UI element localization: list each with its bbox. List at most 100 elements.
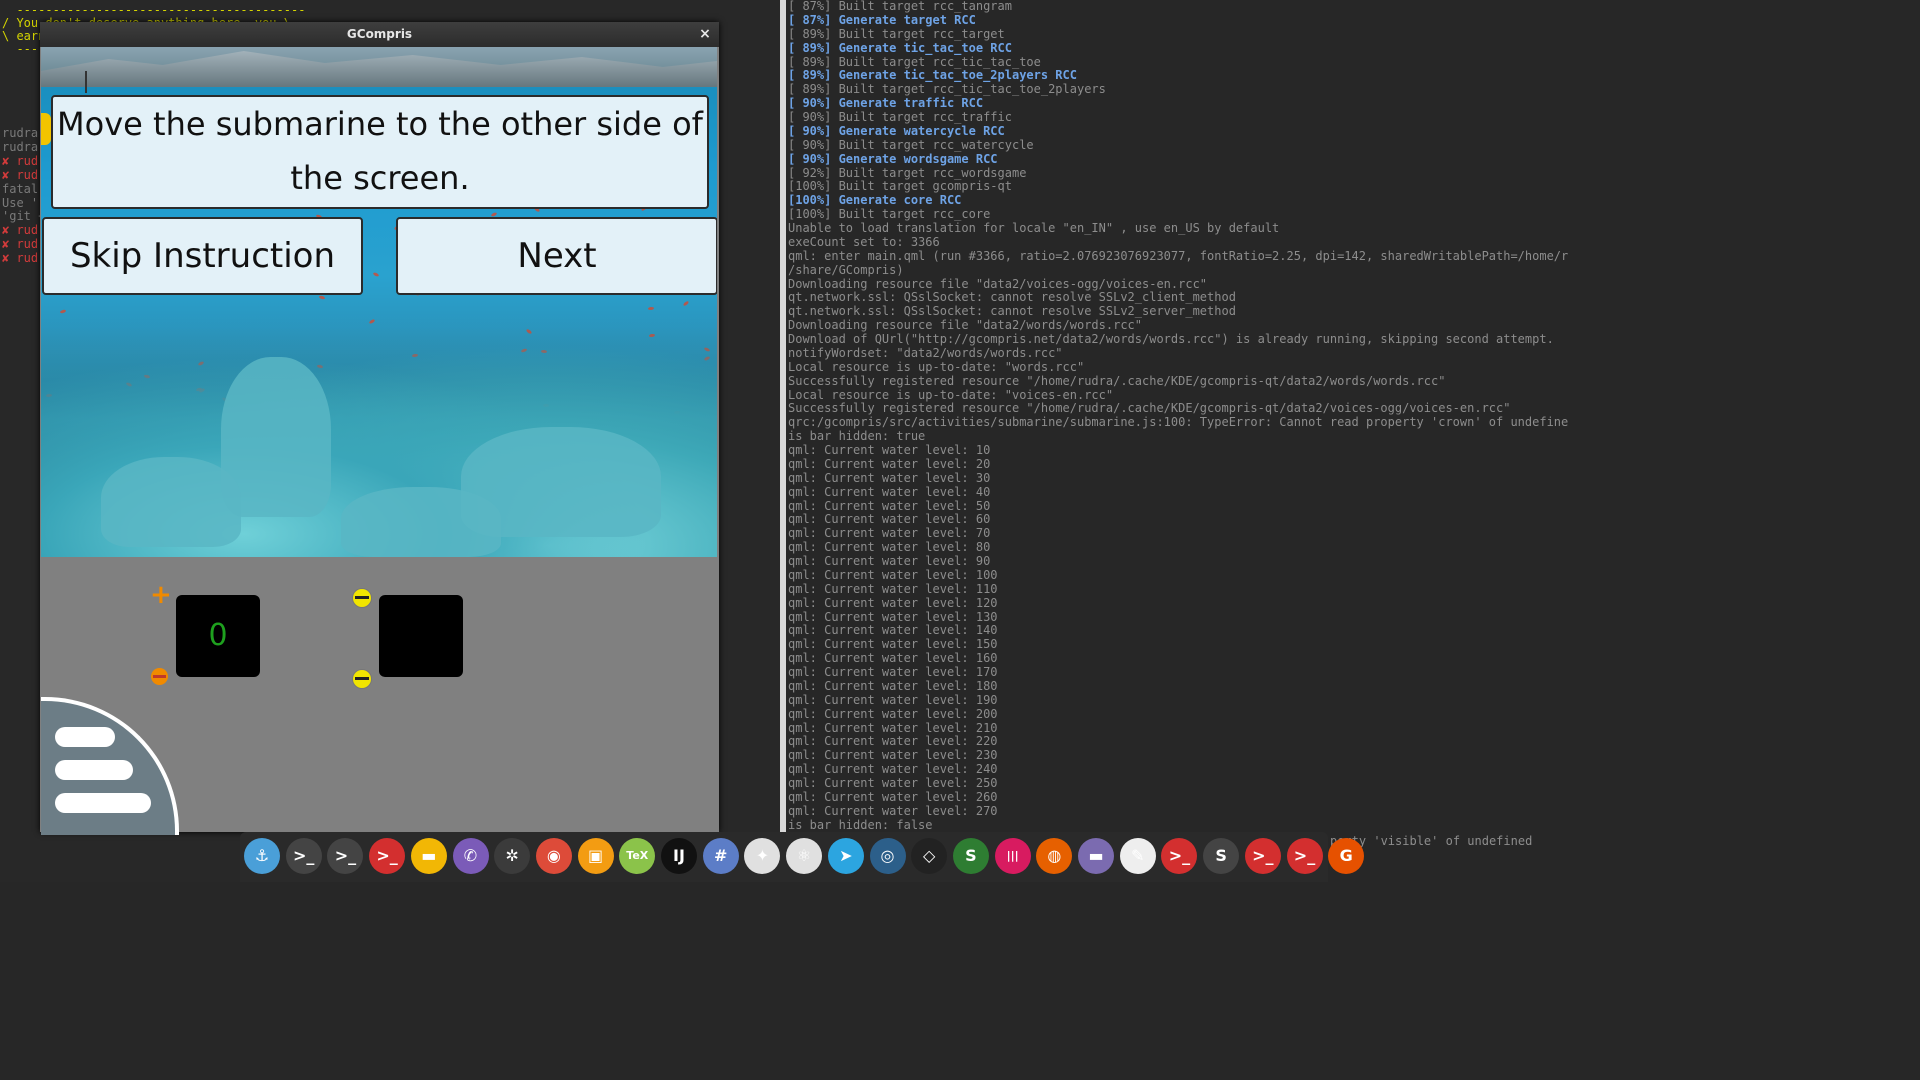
intellij-icon[interactable]: IJ — [661, 838, 697, 874]
terminal-line: Use '- — [2, 195, 46, 210]
log-line: qml: Current water level: 140 — [788, 623, 998, 638]
ballast-fill-button[interactable] — [352, 588, 372, 608]
terminal-line: ✘ rud — [2, 167, 39, 182]
log-line: exeCount set to: 3366 — [788, 234, 940, 249]
log-line: Successfully registered resource "/home/… — [788, 373, 1446, 388]
fish — [368, 318, 376, 325]
terminal-red-icon[interactable]: >_ — [1286, 838, 1323, 874]
atom-icon[interactable]: ⚛ — [786, 838, 823, 874]
log-line: qml: Current water level: 30 — [788, 470, 991, 485]
blender-icon[interactable]: ◎ — [869, 838, 906, 874]
log-line: qml: Current water level: 50 — [788, 498, 991, 513]
log-line: [100%] Generate core RCC — [788, 193, 962, 208]
log-line: qml: Current water level: 10 — [788, 443, 991, 457]
submarine-icon[interactable] — [41, 113, 51, 145]
log-line: qml: Current water level: 120 — [788, 595, 998, 610]
log-line: notifyWordset: "data2/words/words.rcc" — [788, 345, 1063, 360]
log-line: [ 89%] Built target rcc_target — [788, 26, 1005, 41]
skip-instruction-button[interactable]: Skip Instruction — [42, 217, 363, 295]
log-line: qml: Current water level: 240 — [788, 762, 998, 777]
terminal-line: ✘ rud — [2, 223, 39, 238]
log-line: Local resource is up-to-date: "voices-en… — [788, 387, 1114, 402]
rock — [101, 457, 241, 547]
log-line: [ 92%] Built target rcc_wordsgame — [788, 165, 1027, 180]
log-line: qml: Current water level: 60 — [788, 512, 991, 527]
log-line: is bar hidden: true — [788, 429, 926, 444]
log-line: qml: Current water level: 40 — [788, 484, 991, 499]
log-line: [ 87%] Built target rcc_tangram — [788, 0, 1012, 13]
mountains-background — [41, 51, 717, 87]
log-line: [100%] Built target rcc_core — [788, 207, 991, 222]
log-line: [ 90%] Generate wordsgame RCC — [788, 151, 998, 166]
rock — [341, 487, 501, 557]
log-line: Local resource is up-to-date: "words.rcc… — [788, 359, 1085, 374]
log-line: /share/GCompris) — [788, 262, 904, 277]
settings-flower-icon[interactable]: ✲ — [494, 838, 531, 874]
gcompris-icon[interactable]: G — [1328, 838, 1365, 874]
menu-bar — [55, 727, 115, 747]
viber-icon[interactable]: ✆ — [452, 838, 489, 874]
engine-plus-button[interactable]: + — [150, 582, 172, 608]
audio-icon[interactable]: ||| — [994, 838, 1031, 874]
menu-bar — [55, 793, 151, 813]
log-line: [ 87%] Generate target RCC — [788, 12, 976, 27]
log-line: qml: Current water level: 70 — [788, 526, 991, 541]
log-line: [ 90%] Built target rcc_traffic — [788, 110, 1012, 124]
pen-icon[interactable]: ✎ — [1119, 838, 1156, 874]
log-line: Download of QUrl("http://gcompris.net/da… — [788, 332, 1554, 346]
log-line: Downloading resource file "data2/words/w… — [788, 318, 1143, 333]
files-icon[interactable]: ▬ — [410, 838, 447, 874]
next-button[interactable]: Next — [396, 217, 717, 295]
log-line: qml: Current water level: 230 — [788, 748, 998, 763]
control-panel: + 0 — [40, 557, 719, 835]
satellite-icon[interactable]: ✦ — [744, 838, 781, 874]
log-line: qml: Current water level: 20 — [788, 456, 991, 471]
log-line: qt.network.ssl: QSslSocket: cannot resol… — [788, 304, 1236, 319]
chrome-icon[interactable]: ◉ — [535, 838, 572, 874]
log-line: qml: enter main.qml (run #3366, ratio=2.… — [788, 248, 1568, 263]
terminal-line: fatal: — [2, 181, 46, 196]
menu-bar — [55, 760, 133, 780]
log-line: qml: Current water level: 130 — [788, 609, 998, 624]
log-line: qml: Current water level: 150 — [788, 637, 998, 652]
ballast-flush-button[interactable] — [352, 669, 372, 689]
terminal-red-icon[interactable]: >_ — [1161, 838, 1198, 874]
firefox-icon[interactable]: ◍ — [1036, 838, 1073, 874]
terminal-icon[interactable]: >_ — [327, 838, 364, 874]
engine-minus-button[interactable] — [151, 668, 168, 685]
sublime-text-icon[interactable]: S — [1203, 838, 1240, 874]
files-icon[interactable]: ▬ — [1078, 838, 1114, 874]
periscope-icon — [85, 71, 87, 93]
log-line: qml: Current water level: 90 — [788, 554, 991, 568]
log-line: qt.network.ssl: QSslSocket: cannot resol… — [788, 290, 1236, 305]
terminal-red-icon[interactable]: >_ — [369, 838, 406, 874]
sublime-icon[interactable]: S — [952, 838, 989, 874]
tex-icon[interactable]: TeX — [619, 838, 656, 874]
activity-menu-button[interactable] — [41, 697, 179, 835]
log-line: [ 89%] Generate tic_tac_toe_2players RCC — [788, 68, 1077, 83]
gcompris-window: GCompris × Move the submarine to the oth… — [40, 22, 719, 835]
instruction-panel: Move the submarine to the other side of … — [51, 95, 709, 209]
log-line: qml: Current water level: 100 — [788, 567, 998, 582]
right-terminal: [ 87%] Built target rcc_tangram[ 87%] Ge… — [786, 0, 1568, 882]
close-icon[interactable]: × — [697, 22, 713, 47]
telegram-icon[interactable]: ➤ — [827, 838, 864, 874]
anchor-icon[interactable]: ⚓ — [244, 838, 280, 874]
screenshot-icon[interactable]: ▣ — [577, 838, 614, 874]
terminal-red-icon[interactable]: >_ — [1244, 838, 1281, 874]
log-line: qml: Current water level: 220 — [788, 734, 998, 749]
log-line: [ 89%] Generate tic_tac_toe RCC — [788, 40, 1012, 55]
ballast-tank-display — [379, 595, 463, 677]
log-line: is bar hidden: false — [788, 817, 933, 832]
terminal-icon[interactable]: >_ — [285, 838, 322, 874]
log-line: qml: Current water level: 190 — [788, 692, 998, 707]
log-line: Successfully registered resource "/home/… — [788, 401, 1511, 416]
fish — [318, 295, 326, 300]
window-titlebar[interactable]: GCompris × — [40, 22, 719, 47]
terminal-line: rudra — [2, 126, 39, 140]
hashtag-icon[interactable]: # — [702, 838, 739, 874]
log-line: qml: Current water level: 210 — [788, 720, 998, 735]
log-line: qml: Current water level: 110 — [788, 581, 998, 596]
unity-icon[interactable]: ◇ — [911, 838, 948, 874]
log-line: Unable to load translation for locale "e… — [788, 221, 1280, 235]
